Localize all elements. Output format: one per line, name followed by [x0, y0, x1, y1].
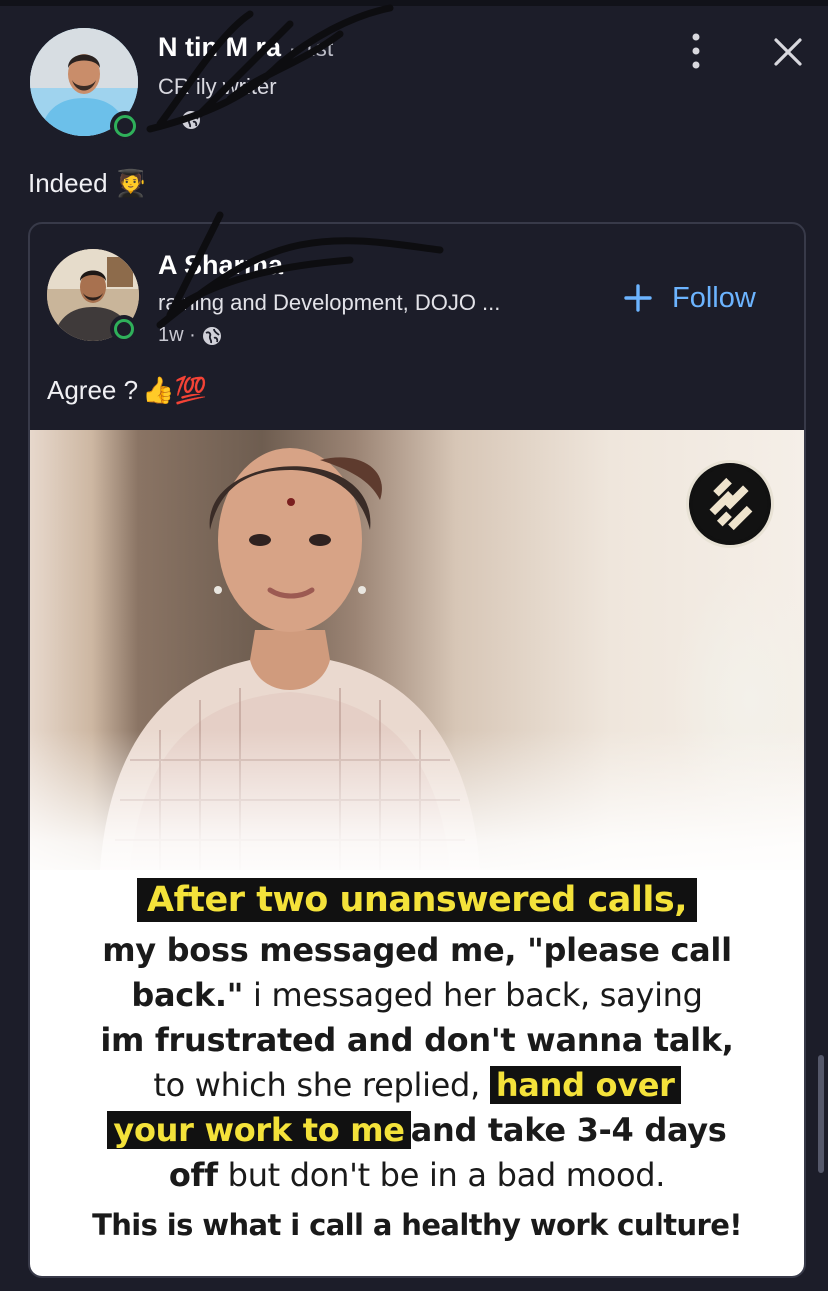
caption-line: off but don't be in a bad mood. — [168, 1156, 666, 1194]
caption-headline: After two unanswered calls, — [136, 878, 698, 922]
plus-icon — [624, 284, 652, 312]
shared-post-text: Agree ? 👍💯 — [47, 375, 207, 405]
follow-button[interactable]: Follow — [622, 278, 756, 318]
caption-line: your work to me and take 3-4 days — [30, 1108, 804, 1153]
globe-icon — [181, 110, 200, 129]
follow-label: Follow — [672, 281, 756, 314]
caption-line: im frustrated and don't wanna talk, — [100, 1021, 734, 1059]
shared-author-name[interactable]: A Sharma — [158, 250, 283, 281]
caption-line: my boss messaged me, "please call — [102, 931, 732, 969]
reaction-emojis: 👍💯 — [142, 375, 207, 405]
author-headline: CR ily writer — [158, 74, 277, 99]
photo-fade — [30, 730, 804, 890]
image-caption: After two unanswered calls, my boss mess… — [30, 878, 804, 1242]
caption-footer: This is what i call a healthy work cultu… — [92, 1208, 742, 1242]
caption-line: back." i messaged her back, saying — [131, 976, 703, 1014]
brand-logo-icon — [686, 460, 774, 548]
more-options-icon[interactable] — [684, 30, 708, 72]
globe-icon — [202, 326, 221, 345]
post-meta: ... — [158, 108, 201, 131]
post-image[interactable]: After two unanswered calls, my boss mess… — [30, 430, 804, 1276]
scrollbar[interactable] — [818, 1055, 824, 1173]
post-text: Indeed 🧑‍🎓 — [28, 168, 148, 198]
connection-degree: · 1st — [288, 35, 334, 61]
shared-author-headline: raining and Development, DOJO ... — [158, 290, 501, 315]
close-icon[interactable] — [772, 36, 804, 68]
caption-line: to which she replied, hand over — [30, 1063, 804, 1108]
author-name[interactable]: N tin M ra · 1st — [158, 32, 333, 63]
shared-online-status-icon — [110, 315, 138, 343]
shared-post-meta: 1w · — [158, 324, 222, 347]
online-status-icon — [110, 111, 140, 141]
top-edge — [0, 0, 828, 6]
